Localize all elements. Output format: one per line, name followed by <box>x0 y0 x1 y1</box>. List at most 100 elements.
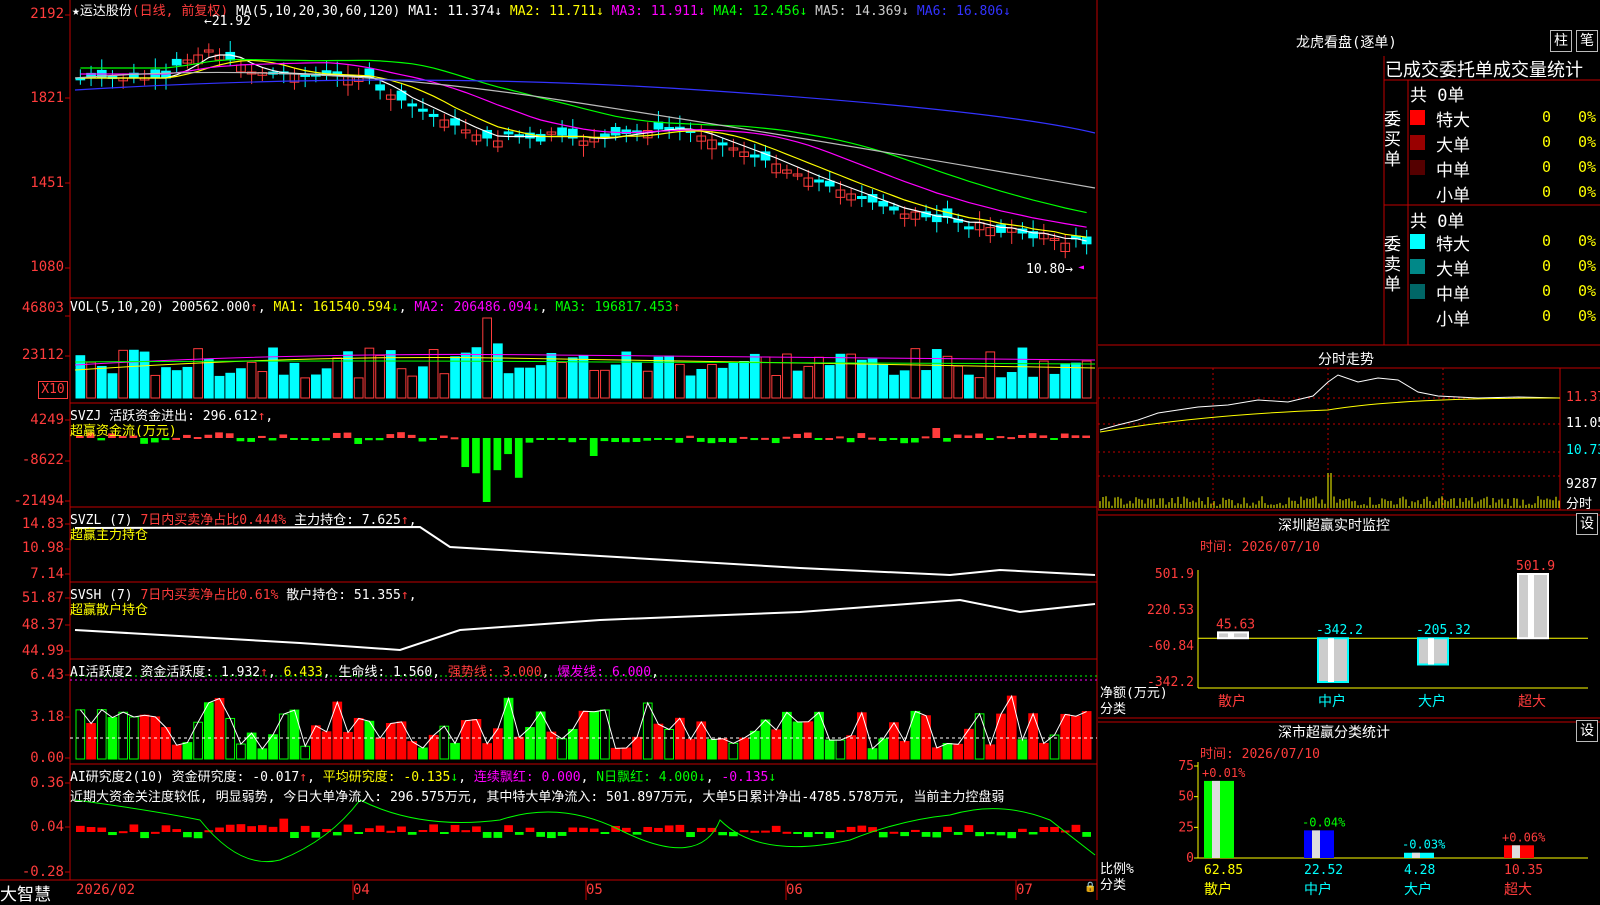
svsh-subtitle: 超赢散户持仓 <box>70 603 149 618</box>
class-time: 时间: 2026/07/10 <box>1200 747 1320 762</box>
ai2-bar <box>739 830 749 833</box>
svzj-bar <box>429 438 437 440</box>
ai2-bar <box>953 832 963 835</box>
monitor-category: 中户 <box>1318 693 1346 710</box>
volume-bar <box>856 359 867 399</box>
order-pct: 0% <box>1578 257 1597 275</box>
ai1-bar <box>824 739 835 760</box>
ai2-bar <box>161 825 171 832</box>
order-type: 大单 <box>1436 260 1470 280</box>
order-row: 特大 0 0% <box>1410 106 1600 131</box>
lhb-header: 已成交委托单成交量统计 <box>1385 60 1583 81</box>
monitor-bar-highlight <box>1428 638 1434 665</box>
ai2-bar <box>654 827 663 832</box>
ai2-bar <box>1028 832 1038 835</box>
ai2-bar <box>461 830 471 833</box>
monitor-value-label: 45.63 <box>1216 617 1255 632</box>
volume-bar <box>460 352 471 399</box>
ai2-bar <box>836 830 845 833</box>
order-pct: 0% <box>1578 183 1597 201</box>
ai2-bar <box>718 832 728 836</box>
ai1-header: AI活跃度2 资金活跃度: 1.932↑, 6.433, 生命线: 1.560,… <box>70 665 659 680</box>
ai1-bar <box>343 731 353 760</box>
vol-y-tick: 46803 <box>21 300 64 316</box>
ai1-bar <box>118 711 129 760</box>
ai2-bar <box>300 825 310 832</box>
x-tick: 06 <box>786 882 803 898</box>
volume-bar <box>621 351 632 399</box>
ai2-bar <box>247 826 256 832</box>
ai1-bar <box>610 747 621 760</box>
ai2-bar <box>985 832 995 835</box>
svzj-bar <box>225 433 234 438</box>
ai2-bar <box>311 832 321 838</box>
svzj-bar <box>900 438 909 444</box>
volume-bar <box>974 377 985 399</box>
vol-unit-badge[interactable]: X10 <box>38 381 68 399</box>
candle <box>418 108 428 112</box>
class-change-label: +0.06% <box>1502 830 1546 844</box>
candle <box>824 180 835 187</box>
class-bar-highlight <box>1312 830 1320 858</box>
ai1-bar <box>728 742 739 760</box>
svzl-y-tick: 14.83 <box>21 516 64 532</box>
bar-mode-button[interactable]: 柱 <box>1550 30 1572 52</box>
ai2-bar <box>97 827 107 832</box>
ai1-bar <box>289 709 300 760</box>
svzj-y-tick: -21494 <box>13 493 64 509</box>
svzj-bar <box>568 438 577 443</box>
ai1-bar <box>782 711 792 760</box>
ai2-bar <box>354 832 364 834</box>
svzj-bar <box>536 438 545 440</box>
ai1-bar <box>75 709 86 760</box>
volume-bar <box>311 374 321 399</box>
order-type: 中单 <box>1436 285 1470 305</box>
chart-area[interactable]: ◄ <box>0 0 1100 900</box>
tick-mode-button[interactable]: 笔 <box>1576 30 1598 52</box>
monitor-bar-highlight <box>1328 638 1334 682</box>
class-settings-button[interactable]: 设 <box>1576 720 1598 742</box>
order-row: 中单 0 0% <box>1410 156 1600 181</box>
svzj-bar <box>1050 438 1058 440</box>
ma6-line <box>74 79 1096 134</box>
color-swatch <box>1410 234 1425 249</box>
order-row: 中单 0 0% <box>1410 280 1600 305</box>
ai2-bar <box>857 825 867 832</box>
sell-total: 共 0单 <box>1410 212 1465 232</box>
monitor-y-tick: -60.84 <box>1147 639 1194 654</box>
volume-bar <box>835 353 846 399</box>
ai1-bar <box>899 741 910 760</box>
x-tick: 04 <box>353 882 370 898</box>
class-y-tick: 0 <box>1186 851 1194 866</box>
sell-label: 委卖单 <box>1384 235 1401 295</box>
ai1-y-tick: 0.00 <box>30 750 64 766</box>
svsh-y-tick: 48.37 <box>21 617 64 633</box>
ai2-bar <box>504 825 513 832</box>
ai2-bar <box>386 830 396 833</box>
fenshi-vol-value: 9287 <box>1566 477 1598 492</box>
class-y-tick: 75 <box>1178 759 1194 774</box>
ai1-bar <box>589 711 600 760</box>
ai2-bars <box>76 818 1091 839</box>
ai1-bar <box>760 719 771 760</box>
fenshi-price-low: 10.73 <box>1566 443 1600 458</box>
volume-bar <box>246 361 257 399</box>
fenshi-vol-label: 分时 <box>1566 497 1593 512</box>
svzj-bar <box>643 438 652 441</box>
monitor-settings-button[interactable]: 设 <box>1576 513 1598 535</box>
order-pct: 0% <box>1578 158 1597 176</box>
ai1-bar <box>567 728 578 760</box>
volume-bar <box>182 366 193 399</box>
svzj-bar <box>547 438 555 440</box>
svzj-bar <box>825 437 834 440</box>
lock-icon[interactable]: 🔒 <box>1084 882 1096 893</box>
svzj-bar <box>311 438 320 442</box>
ai2-bar <box>140 832 149 839</box>
svzj-bar <box>268 438 277 441</box>
ai2-bar <box>761 830 770 833</box>
volume-bar <box>632 362 642 399</box>
stock-name[interactable]: 运达股份 <box>80 4 132 19</box>
candle <box>557 127 567 136</box>
volume-bar <box>1049 373 1060 399</box>
svzj-bar <box>525 438 534 443</box>
